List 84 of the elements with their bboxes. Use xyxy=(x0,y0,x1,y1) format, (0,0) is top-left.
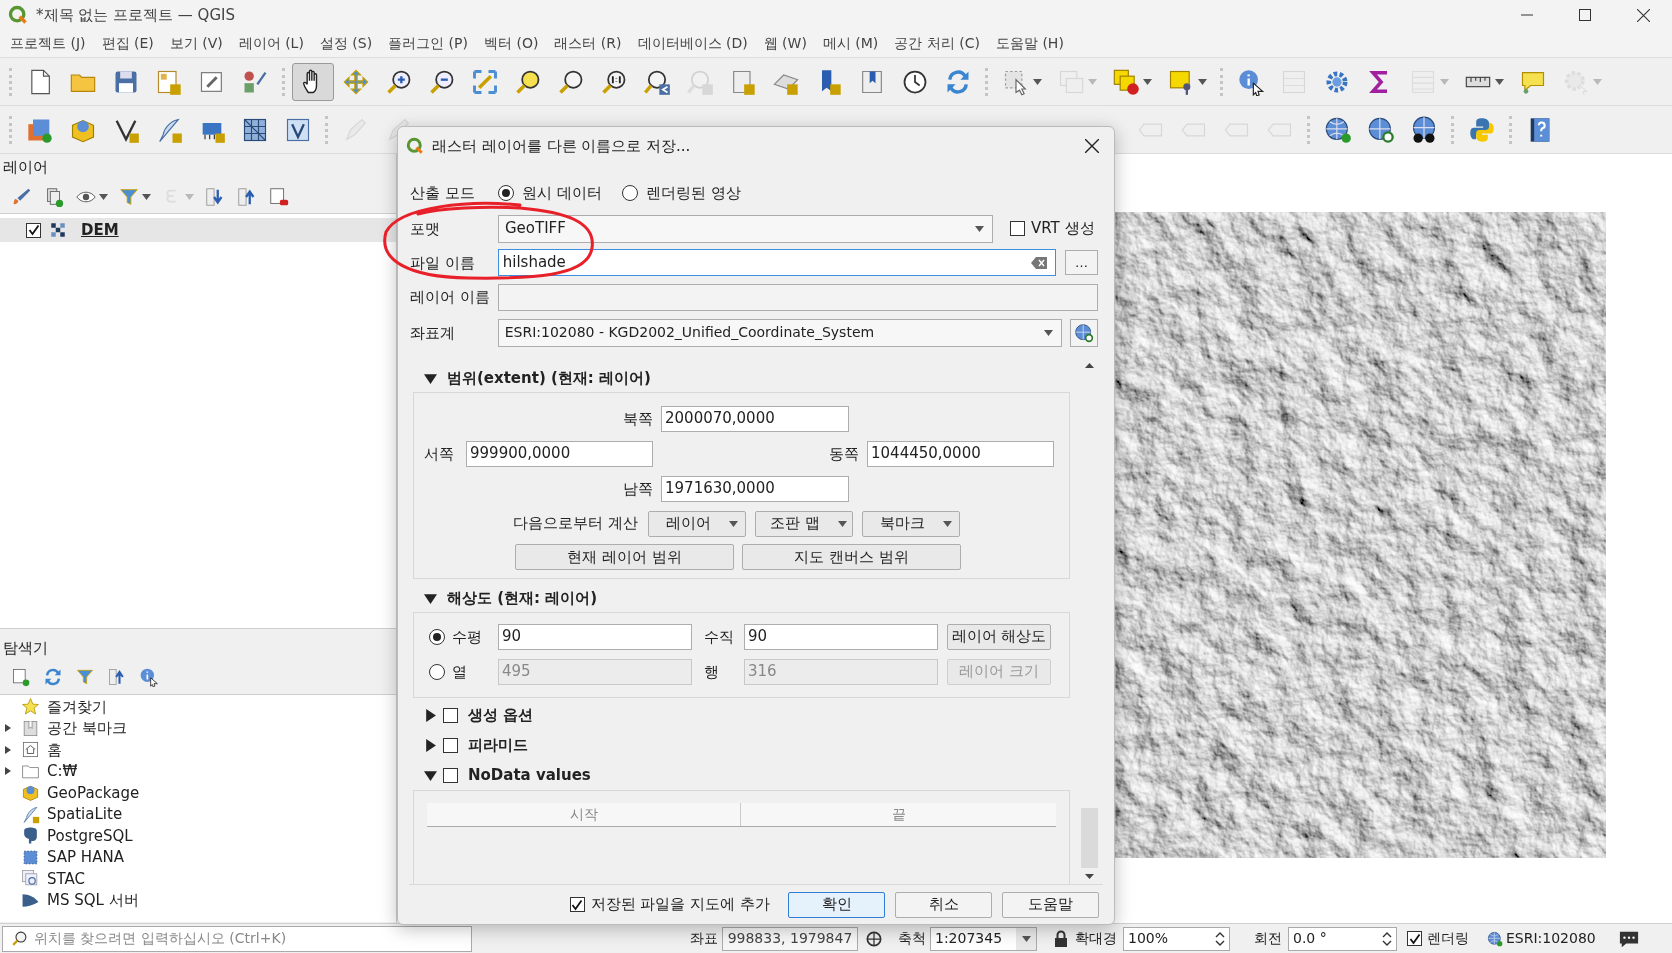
dialog-button[interactable]: 도움말 xyxy=(1002,891,1099,918)
menu-item[interactable]: 웹 (W) xyxy=(755,33,815,54)
dialog-title: 래스터 레이어를 다른 이름으로 저장... xyxy=(432,135,691,157)
section-title: NoData values xyxy=(468,764,591,786)
coordinate-field[interactable]: 999900,0000 xyxy=(466,440,653,467)
section-title: 해상도 (현재: 레이어) xyxy=(447,587,598,609)
browser-item[interactable]: STAC xyxy=(0,868,396,890)
locator-field[interactable]: 위치를 찾으려면 입력하십시오 (Ctrl+K) xyxy=(2,925,472,952)
dialog-button[interactable]: 취소 xyxy=(895,891,992,918)
field-label: 레이어 이름 xyxy=(410,288,490,307)
add-to-map-option[interactable]: 저장된 파일을 지도에 추가 xyxy=(569,893,770,916)
format-dropdown[interactable]: GeoTIFF xyxy=(498,214,993,243)
magnifier-field[interactable]: 100% xyxy=(1123,926,1230,951)
browser-item[interactable]: MS SQL 서버 xyxy=(0,889,396,911)
menu-item[interactable]: 프로젝트 (J) xyxy=(2,33,94,54)
layer-name: DEM xyxy=(81,219,119,241)
field-label: 남쪽 xyxy=(623,479,653,498)
browser-item[interactable]: 즐겨찾기 xyxy=(0,696,396,718)
coordinate-field[interactable]: 1044450,0000 xyxy=(867,440,1054,467)
menu-item[interactable]: 설정 (S) xyxy=(311,33,381,54)
resolution-field[interactable]: 90 xyxy=(498,623,692,650)
section-title: 생성 옵션 xyxy=(468,704,534,726)
dropdown-button[interactable]: 조판 맵 xyxy=(754,510,853,537)
layer-row[interactable]: DEM xyxy=(0,218,396,242)
crs-button[interactable]: ESRI:102080 xyxy=(1487,928,1596,949)
field-label: 동쪽 xyxy=(829,444,859,463)
resolution-button[interactable]: 레이어 해상도 xyxy=(947,623,1051,650)
coordinate-field[interactable]: 998833, 1979847 xyxy=(722,926,858,951)
field-label: 수평 xyxy=(452,627,482,646)
radio-option[interactable]: 렌더링된 영상 xyxy=(621,181,741,205)
scale-field[interactable]: 1:207345 xyxy=(930,926,1037,951)
dropdown-button[interactable]: 북마크 xyxy=(861,510,960,537)
status-label: 회전 xyxy=(1254,929,1282,948)
field-label: 포맷 xyxy=(410,219,440,238)
render-label: 렌더링 xyxy=(1427,929,1469,948)
coordinate-field[interactable]: 1971630,0000 xyxy=(661,475,849,502)
dropdown-button[interactable]: 레이어 xyxy=(647,510,746,537)
status-label: 확대경 xyxy=(1075,929,1117,948)
file-name-field[interactable]: hilshade xyxy=(497,249,1057,277)
extent-button[interactable]: 지도 캔버스 범위 xyxy=(742,544,961,571)
field-label: 좌표계 xyxy=(410,323,455,342)
column-header: 시작 xyxy=(427,803,741,827)
field-label: 북쪽 xyxy=(623,409,653,428)
field-label: 열 xyxy=(452,662,467,681)
browse-button[interactable]: … xyxy=(1065,250,1098,276)
menu-item[interactable]: 레이어 (L) xyxy=(230,33,312,54)
coordinate-field[interactable]: 2000070,0000 xyxy=(661,405,849,432)
menu-item[interactable]: 편집 (E) xyxy=(93,33,162,54)
browser-item[interactable]: PostgreSQL xyxy=(0,825,396,847)
browser-item[interactable]: 공간 북마크 xyxy=(0,717,396,739)
field-label: 행 xyxy=(704,662,719,681)
section-title: 피라미드 xyxy=(468,734,528,756)
dialog-button[interactable]: 확인 xyxy=(788,891,885,918)
menu-item[interactable]: 벡터 (O) xyxy=(476,33,547,54)
field-label: 서쪽 xyxy=(424,444,454,463)
field-label: 파일 이름 xyxy=(410,253,475,272)
menu-item[interactable]: 메시 (M) xyxy=(814,33,887,54)
menu-item[interactable]: 래스터 (R) xyxy=(546,33,630,54)
menu-item[interactable]: 보기 (V) xyxy=(161,33,231,54)
status-label: 좌표 xyxy=(690,929,718,948)
radio-option[interactable]: 원시 데이터 xyxy=(498,181,602,205)
panel-title: 레이어 xyxy=(3,156,48,178)
menu-item[interactable]: 데이터베이스 (D) xyxy=(629,33,756,54)
field-label: 수직 xyxy=(704,627,734,646)
extent-button[interactable]: 현재 레이어 범위 xyxy=(515,544,734,571)
browser-item[interactable]: GeoPackage xyxy=(0,782,396,804)
browser-item[interactable]: C:₩ xyxy=(0,760,396,782)
browser-item[interactable]: 홈 xyxy=(0,739,396,761)
status-label: 축척 xyxy=(898,929,926,948)
field-label: 산출 모드 xyxy=(410,184,475,203)
window-title: *제목 없는 프로젝트 — QGIS xyxy=(36,4,235,26)
rotation-field[interactable]: 0.0 ° xyxy=(1288,926,1397,951)
panel-title: 탐색기 xyxy=(3,637,48,659)
crs-dropdown[interactable]: ESRI:102080 - KGD2002_Unified_Coordinate_System xyxy=(497,318,1063,347)
menu-item[interactable]: 플러그인 (P) xyxy=(380,33,476,54)
column-header: 끝 xyxy=(890,805,907,825)
field-label: 다음으로부터 계산 xyxy=(513,513,638,535)
browser-item[interactable]: SAP HANA xyxy=(0,846,396,868)
menu-item[interactable]: 도움말 (H) xyxy=(987,33,1072,54)
section-title: 범위(extent) (현재: 레이어) xyxy=(447,367,651,389)
browser-item[interactable]: SpatiaLite xyxy=(0,803,396,825)
checkbox-label: VRT 생성 xyxy=(1031,218,1095,240)
menu-item[interactable]: 공간 처리 (C) xyxy=(886,33,988,54)
resolution-field[interactable]: 90 xyxy=(744,623,938,650)
